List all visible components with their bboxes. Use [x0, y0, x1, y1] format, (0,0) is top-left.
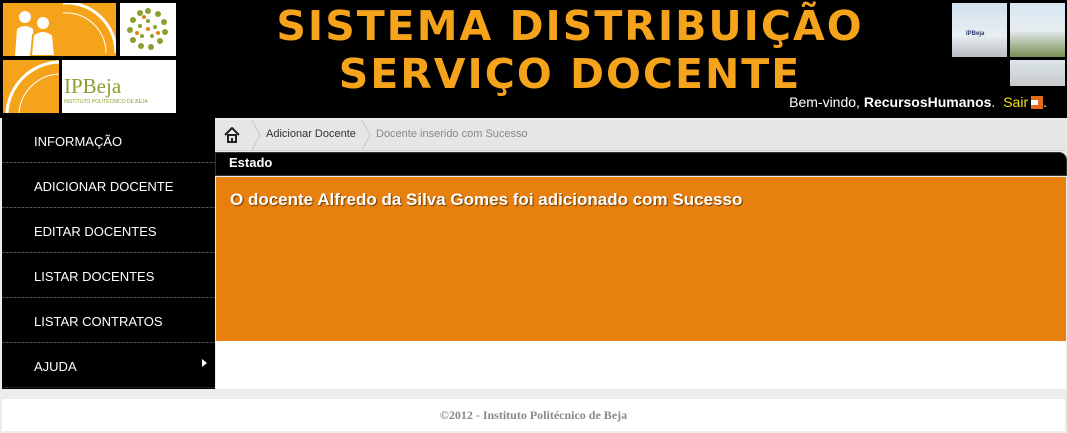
app-title-line1: SISTEMA DISTRIBUIÇÃO [276, 2, 864, 50]
sidebar-item-label: AJUDA [34, 359, 77, 374]
section-header: Estado [215, 152, 1067, 176]
header: IPBeja INSTITUTO POLITÉCNICO DE BEJA SIS… [0, 0, 1067, 118]
sidebar-item-listar-contratos[interactable]: LISTAR CONTRATOS [2, 298, 215, 343]
content-area [216, 341, 1066, 389]
ipbeja-logo: IPBeja INSTITUTO POLITÉCNICO DE BEJA [62, 60, 176, 113]
sidebar-item-label: LISTAR CONTRATOS [34, 314, 163, 329]
people-logo-icon [3, 3, 116, 56]
breadcrumb-separator-icon [361, 120, 371, 150]
success-message: O docente Alfredo da Silva Gomes foi adi… [230, 190, 743, 209]
chevron-right-icon [202, 359, 207, 367]
sidebar-item-listar-docentes[interactable]: LISTAR DOCENTES [2, 253, 215, 298]
app-title-line2: SERVIÇO DOCENTE [338, 50, 802, 98]
sidebar-item-informacao[interactable]: INFORMAÇÃO [2, 118, 215, 163]
welcome-end-dot: . [1043, 94, 1047, 110]
breadcrumb-separator-icon [251, 120, 261, 150]
sidebar-item-ajuda[interactable]: AJUDA [2, 343, 215, 388]
logout-link[interactable]: Sair [1003, 94, 1028, 110]
welcome-suffix: . [991, 94, 996, 110]
section-title: Estado [229, 155, 273, 170]
campus-photo-tree [1010, 3, 1065, 57]
welcome-prefix: Bem-vindo, [789, 94, 860, 110]
dots-circle-logo-icon [120, 3, 176, 56]
breadcrumb-item-current: Docente inserido com Sucesso [376, 128, 528, 140]
username: RecursosHumanos [863, 94, 992, 110]
arc-logo-icon [3, 60, 59, 113]
footer: ©2012 - Instituto Politécnico de Beja [2, 399, 1065, 431]
brand-logo-subtext: INSTITUTO POLITÉCNICO DE BEJA [64, 99, 148, 105]
sidebar-item-label: ADICIONAR DOCENTE [34, 179, 174, 194]
sidebar-item-label: LISTAR DOCENTES [34, 269, 155, 284]
home-icon[interactable] [224, 126, 240, 143]
logout-icon[interactable] [1031, 96, 1044, 109]
footer-copyright: ©2012 - Instituto Politécnico de Beja [439, 408, 628, 422]
sidebar-item-editar-docentes[interactable]: EDITAR DOCENTES [2, 208, 215, 253]
welcome-message: Bem-vindo, RecursosHumanos. Sair. [789, 94, 1047, 110]
breadcrumb-item-adicionar-docente[interactable]: Adicionar Docente [266, 128, 356, 140]
breadcrumb: Adicionar Docente Docente inserido com S… [215, 120, 1066, 151]
sidebar-menu: INFORMAÇÃO ADICIONAR DOCENTE EDITAR DOCE… [2, 118, 215, 389]
campus-photo-path [1010, 60, 1065, 86]
brand-logo-text: IPBeja [64, 74, 122, 98]
sidebar-item-label: EDITAR DOCENTES [34, 224, 157, 239]
sidebar-item-label: INFORMAÇÃO [34, 134, 123, 149]
campus-photo: IPBeja [952, 3, 1007, 57]
photo-label: IPBeja [966, 31, 985, 37]
status-panel: O docente Alfredo da Silva Gomes foi adi… [216, 177, 1066, 341]
sidebar-item-adicionar-docente[interactable]: ADICIONAR DOCENTE [2, 163, 215, 208]
